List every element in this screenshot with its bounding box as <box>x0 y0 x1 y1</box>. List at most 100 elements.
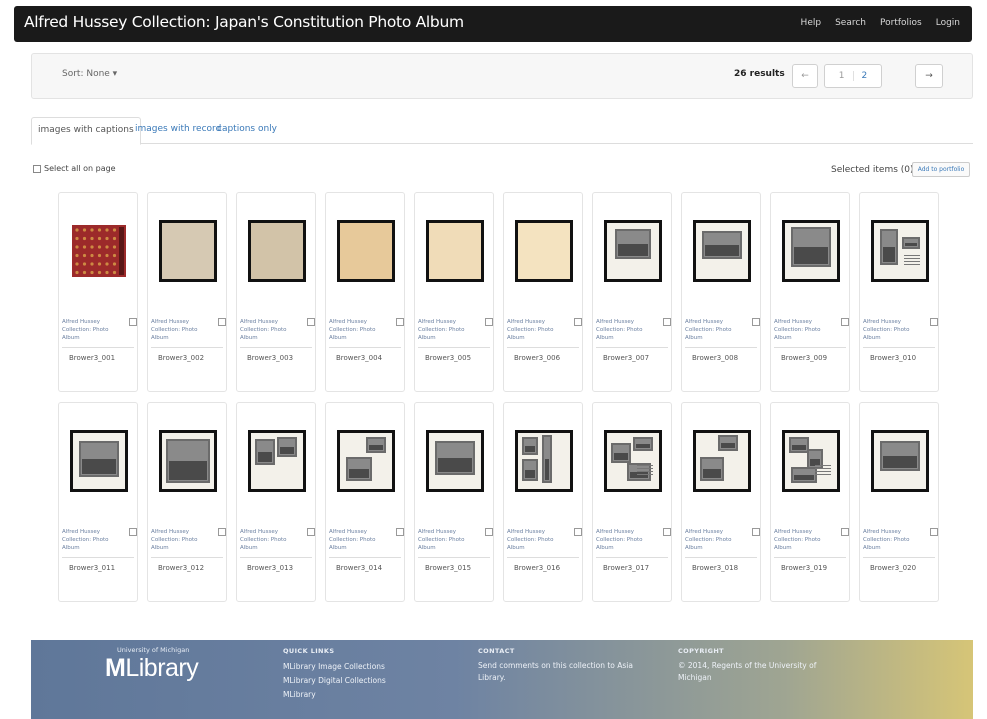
result-caption[interactable]: Alfred Hussey Collection: Photo Album <box>685 318 743 342</box>
result-thumbnail[interactable] <box>336 219 396 283</box>
tab-images-with-captions[interactable]: images with captions <box>31 117 141 145</box>
page-1-link[interactable]: 1 <box>831 71 854 81</box>
result-card[interactable]: Alfred Hussey Collection: Photo Album Bro… <box>770 192 850 392</box>
result-card[interactable]: Alfred Hussey Collection: Photo Album Bro… <box>58 192 138 392</box>
result-thumbnail[interactable] <box>425 219 485 283</box>
prev-page-button[interactable]: ← <box>792 64 818 88</box>
result-card[interactable]: Alfred Hussey Collection: Photo Album Bro… <box>859 192 939 392</box>
result-card[interactable]: Alfred Hussey Collection: Photo Album Bro… <box>859 402 939 602</box>
result-caption[interactable]: Alfred Hussey Collection: Photo Album <box>62 528 120 552</box>
result-select-checkbox[interactable] <box>663 528 671 536</box>
result-thumbnail[interactable] <box>870 429 930 493</box>
result-select-checkbox[interactable] <box>841 318 849 326</box>
result-card[interactable]: Alfred Hussey Collection: Photo Album Bro… <box>770 402 850 602</box>
tab-captions-only[interactable]: captions only <box>211 117 283 144</box>
result-card[interactable]: Alfred Hussey Collection: Photo Album Bro… <box>503 402 583 602</box>
result-select-checkbox[interactable] <box>752 528 760 536</box>
result-identifier[interactable]: Brower3_010 <box>870 354 916 362</box>
result-thumbnail[interactable] <box>247 429 307 493</box>
result-caption[interactable]: Alfred Hussey Collection: Photo Album <box>774 318 832 342</box>
result-caption[interactable]: Alfred Hussey Collection: Photo Album <box>418 318 476 342</box>
result-identifier[interactable]: Brower3_008 <box>692 354 738 362</box>
result-thumbnail[interactable] <box>514 429 574 493</box>
result-caption[interactable]: Alfred Hussey Collection: Photo Album <box>240 528 298 552</box>
result-card[interactable]: Alfred Hussey Collection: Photo Album Bro… <box>236 402 316 602</box>
result-select-checkbox[interactable] <box>485 528 493 536</box>
result-select-checkbox[interactable] <box>129 318 137 326</box>
result-thumbnail[interactable] <box>69 429 129 493</box>
result-card[interactable]: Alfred Hussey Collection: Photo Album Bro… <box>414 402 494 602</box>
result-thumbnail[interactable] <box>781 429 841 493</box>
result-thumbnail[interactable] <box>247 219 307 283</box>
result-caption[interactable]: Alfred Hussey Collection: Photo Album <box>329 528 387 552</box>
result-identifier[interactable]: Brower3_013 <box>247 564 293 572</box>
result-thumbnail[interactable] <box>69 219 129 283</box>
result-caption[interactable]: Alfred Hussey Collection: Photo Album <box>240 318 298 342</box>
select-all[interactable]: Select all on page <box>33 164 116 173</box>
result-caption[interactable]: Alfred Hussey Collection: Photo Album <box>774 528 832 552</box>
site-title[interactable]: Alfred Hussey Collection: Japan's Consti… <box>24 13 464 31</box>
result-card[interactable]: Alfred Hussey Collection: Photo Album Bro… <box>592 402 672 602</box>
result-caption[interactable]: Alfred Hussey Collection: Photo Album <box>863 528 921 552</box>
result-thumbnail[interactable] <box>692 219 752 283</box>
result-caption[interactable]: Alfred Hussey Collection: Photo Album <box>685 528 743 552</box>
result-identifier[interactable]: Brower3_002 <box>158 354 204 362</box>
result-caption[interactable]: Alfred Hussey Collection: Photo Album <box>329 318 387 342</box>
result-thumbnail[interactable] <box>514 219 574 283</box>
result-select-checkbox[interactable] <box>663 318 671 326</box>
result-card[interactable]: Alfred Hussey Collection: Photo Album Bro… <box>681 402 761 602</box>
result-card[interactable]: Alfred Hussey Collection: Photo Album Bro… <box>325 402 405 602</box>
result-card[interactable]: Alfred Hussey Collection: Photo Album Bro… <box>681 192 761 392</box>
result-identifier[interactable]: Brower3_001 <box>69 354 115 362</box>
select-all-checkbox[interactable] <box>33 164 41 173</box>
result-card[interactable]: Alfred Hussey Collection: Photo Album Bro… <box>503 192 583 392</box>
result-thumbnail[interactable] <box>870 219 930 283</box>
result-thumbnail[interactable] <box>692 429 752 493</box>
result-caption[interactable]: Alfred Hussey Collection: Photo Album <box>151 528 209 552</box>
sort-dropdown[interactable]: Sort: None ▾ <box>62 69 117 79</box>
result-caption[interactable]: Alfred Hussey Collection: Photo Album <box>863 318 921 342</box>
result-identifier[interactable]: Brower3_006 <box>514 354 560 362</box>
contact-text-line-1[interactable]: Send comments on this collection to Asia <box>478 660 633 672</box>
result-caption[interactable]: Alfred Hussey Collection: Photo Album <box>507 528 565 552</box>
result-identifier[interactable]: Brower3_017 <box>603 564 649 572</box>
result-identifier[interactable]: Brower3_019 <box>781 564 827 572</box>
result-select-checkbox[interactable] <box>218 318 226 326</box>
result-identifier[interactable]: Brower3_011 <box>69 564 115 572</box>
result-select-checkbox[interactable] <box>930 528 938 536</box>
result-select-checkbox[interactable] <box>841 528 849 536</box>
result-caption[interactable]: Alfred Hussey Collection: Photo Album <box>62 318 120 342</box>
result-caption[interactable]: Alfred Hussey Collection: Photo Album <box>596 318 654 342</box>
result-thumbnail[interactable] <box>603 429 663 493</box>
result-identifier[interactable]: Brower3_009 <box>781 354 827 362</box>
contact-text-line-2[interactable]: Library. <box>478 672 633 684</box>
quick-link-mlibrary[interactable]: MLibrary <box>283 688 386 702</box>
nav-login-link[interactable]: Login <box>936 18 960 28</box>
result-thumbnail[interactable] <box>158 429 218 493</box>
page-2-link[interactable]: 2 <box>854 71 876 81</box>
result-identifier[interactable]: Brower3_015 <box>425 564 471 572</box>
result-identifier[interactable]: Brower3_012 <box>158 564 204 572</box>
mlibrary-logo[interactable]: MLibrary <box>105 654 199 683</box>
result-identifier[interactable]: Brower3_004 <box>336 354 382 362</box>
result-thumbnail[interactable] <box>336 429 396 493</box>
result-select-checkbox[interactable] <box>574 528 582 536</box>
add-to-portfolio-button[interactable]: Add to portfolio <box>912 162 970 177</box>
result-thumbnail[interactable] <box>781 219 841 283</box>
result-select-checkbox[interactable] <box>574 318 582 326</box>
result-select-checkbox[interactable] <box>930 318 938 326</box>
result-identifier[interactable]: Brower3_014 <box>336 564 382 572</box>
result-caption[interactable]: Alfred Hussey Collection: Photo Album <box>507 318 565 342</box>
result-thumbnail[interactable] <box>425 429 485 493</box>
result-identifier[interactable]: Brower3_016 <box>514 564 560 572</box>
result-identifier[interactable]: Brower3_018 <box>692 564 738 572</box>
result-thumbnail[interactable] <box>603 219 663 283</box>
result-identifier[interactable]: Brower3_007 <box>603 354 649 362</box>
next-page-button[interactable]: → <box>915 64 943 88</box>
result-card[interactable]: Alfred Hussey Collection: Photo Album Bro… <box>414 192 494 392</box>
result-select-checkbox[interactable] <box>218 528 226 536</box>
result-select-checkbox[interactable] <box>307 318 315 326</box>
result-card[interactable]: Alfred Hussey Collection: Photo Album Bro… <box>147 402 227 602</box>
result-card[interactable]: Alfred Hussey Collection: Photo Album Bro… <box>325 192 405 392</box>
result-select-checkbox[interactable] <box>485 318 493 326</box>
